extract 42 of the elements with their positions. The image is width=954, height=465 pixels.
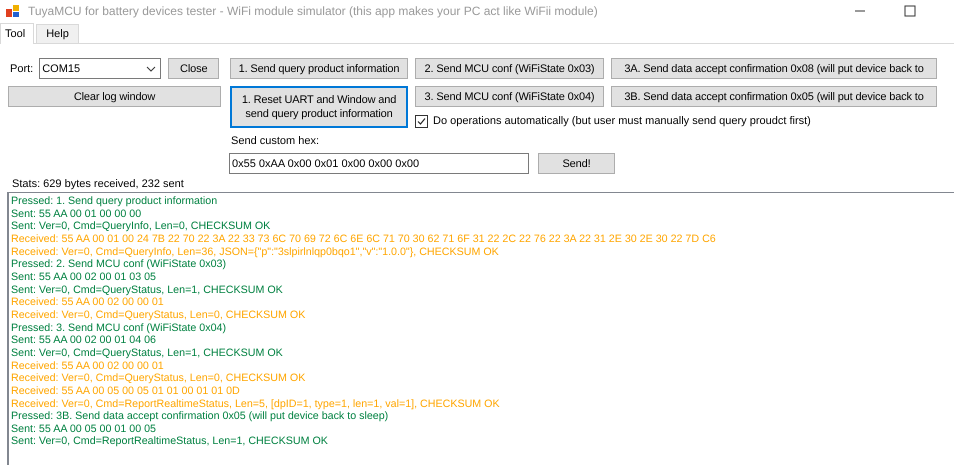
log-line: Sent: 55 AA 00 01 00 00 00: [11, 208, 142, 220]
log-line: Sent: 55 AA 00 05 00 01 00 05: [11, 422, 156, 436]
tab[interactable]: Tool: [0, 23, 34, 44]
log-line: Sent: Ver=0, Cmd=QueryInfo, Len=0, CHECKSUM OK: [11, 220, 270, 233]
action-button[interactable]: 3. Send MCU conf (WiFiState 0x04): [415, 86, 604, 107]
port-label: Port:: [10, 62, 34, 74]
log-line: Pressed: 3B. Send data accept confirmation 0x05 (will put device back to sleep): [11, 410, 388, 423]
log-line: Received: Ver=0, Cmd=QueryInfo, Len=36, JSON={"p":"3slpirlnlqp0bqo1","v":"1.0.0"}, CHECKSUM OK: [11, 246, 499, 258]
close-button[interactable]: Close: [168, 58, 220, 79]
action-button[interactable]: 3A. Send data accept confirmation 0x08 (will put device back to: [611, 58, 937, 79]
log-line: Received: 55 AA 00 02 00 00 01: [11, 360, 164, 372]
log-line: Received: Ver=0, Cmd=ReportRealtimeStatus, Len=5, [dpID=1, type=1, len=1, val=1], CHECKSUM OK: [11, 398, 500, 410]
hex-label: Send custom hex:: [231, 135, 320, 147]
stats-text: Stats: 629 bytes received, 232 sent: [12, 178, 184, 190]
hex-input-field[interactable]: 0x55 0xAA 0x00 0x01 0x00 0x00 0x00: [229, 153, 529, 174]
log-line: Pressed: 3. Send MCU conf (WiFiState 0x04): [11, 322, 226, 334]
log-line: Sent: 55 AA 00 02 00 01 03 05: [11, 270, 156, 284]
action-button[interactable]: Clear log window: [8, 86, 221, 107]
log-line: Received: 55 AA 00 01 00 24 7B 22 70 22 3A 22 33 73 6C 70 69 72 6C 6E 6C 71 70 30 62 71 6F 31 22 2C 22 76 22 3A 22 31 2E 30 2E 30 22 7D C6: [11, 232, 716, 246]
log-line: Sent: Ver=0, Cmd=ReportRealtimeStatus, Len=1, CHECKSUM OK: [11, 435, 328, 448]
log-line: Received: Ver=0, Cmd=QueryStatus, Len=0, CHECKSUM OK: [11, 308, 306, 322]
tab[interactable]: Help: [36, 24, 79, 43]
action-button[interactable]: 3B. Send data accept confirmation 0x05 (will put device back to: [611, 86, 937, 107]
action-button[interactable]: 1. Send query product information: [230, 58, 408, 79]
chevron-icon: [146, 66, 156, 72]
app-icon: [6, 4, 20, 18]
log-line: Received: 55 AA 00 05 00 05 01 01 00 01 01 0D: [11, 384, 240, 398]
action-button[interactable]: 2. Send MCU conf (WiFiState 0x03): [415, 58, 604, 79]
checkbox-label: Do operations automatically (but user must manually send query proudct first): [433, 115, 811, 127]
log-line: Received: Ver=0, Cmd=QueryStatus, Len=0, CHECKSUM OK: [11, 372, 306, 385]
log-line: Sent: Ver=0, Cmd=QueryStatus, Len=1, CHECKSUM OK: [11, 346, 283, 360]
log-line: Pressed: 2. Send MCU conf (WiFiState 0x03): [11, 258, 226, 271]
send-button[interactable]: Send!: [538, 153, 615, 174]
window-title: TuyaMCU for battery devices tester - WiFi module simulator (this app makes your PC act like WiFii module): [28, 4, 599, 18]
action-button[interactable]: 1. Reset UART and Window and send query product information: [230, 86, 408, 128]
checkbox[interactable]: [415, 114, 428, 128]
maximize-icon[interactable]: [904, 5, 916, 17]
port-dropdown[interactable]: COM15: [39, 58, 162, 79]
log-line: Pressed: 1. Send query product information: [11, 195, 218, 208]
log-line: Received: 55 AA 00 02 00 00 01: [11, 296, 164, 309]
log-line: Sent: 55 AA 00 02 00 01 04 06: [11, 334, 156, 347]
log-line: Sent: Ver=0, Cmd=QueryStatus, Len=1, CHECKSUM OK: [11, 284, 283, 296]
